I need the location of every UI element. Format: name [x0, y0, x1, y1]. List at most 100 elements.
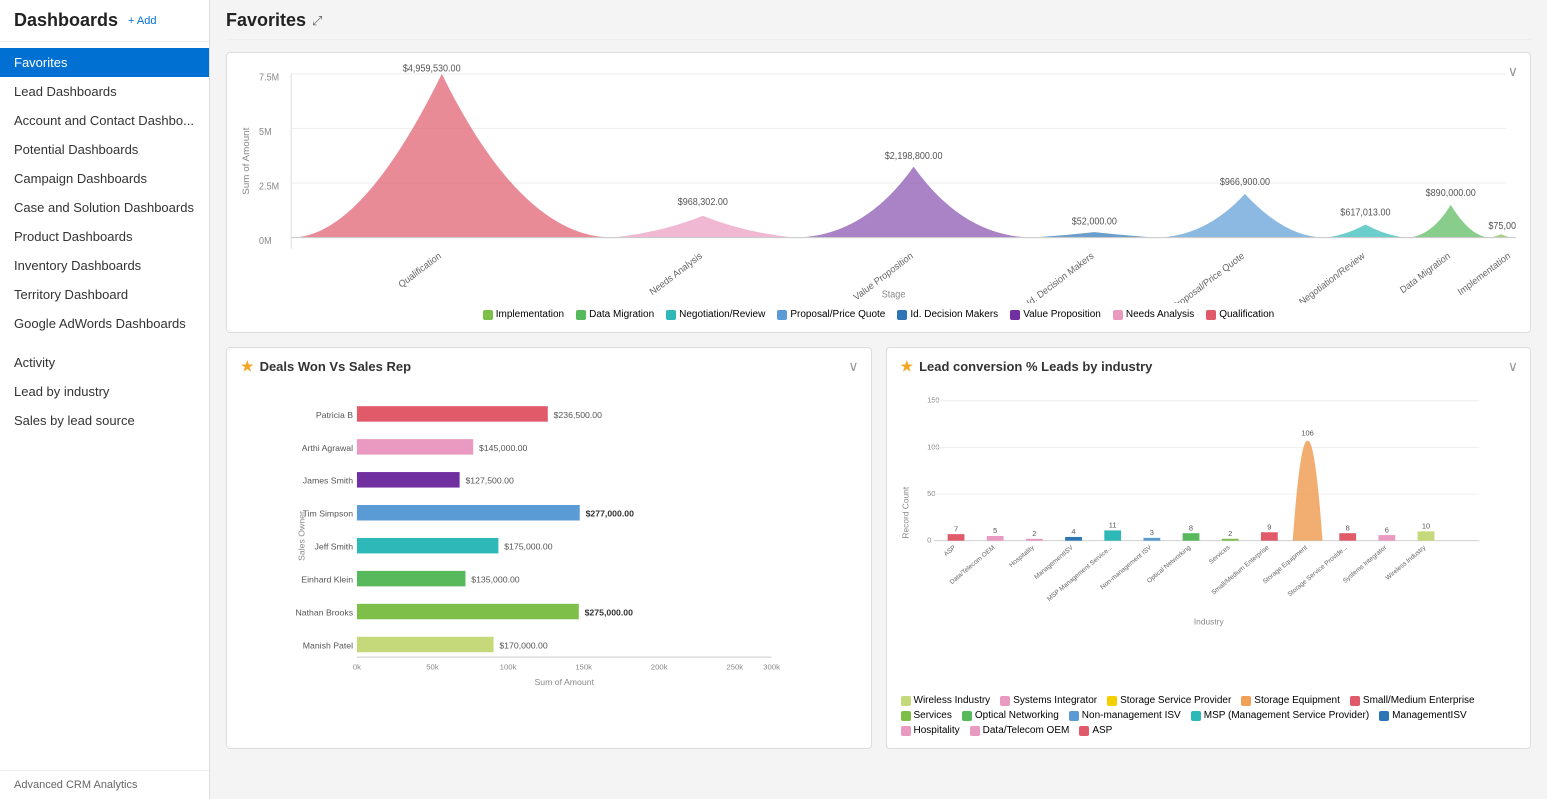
svg-text:Sum of Amount: Sum of Amount	[241, 127, 251, 194]
svg-text:$75,000.00: $75,000.00	[1488, 219, 1516, 230]
main-content: Favorites ⤢ ∨ 7.5M 5M 2.5M 0M $4,959,530…	[210, 0, 1547, 799]
svg-text:$175,000.00: $175,000.00	[504, 542, 553, 552]
page-title: Favorites	[226, 10, 306, 31]
industry-chart-card: ∨ ★ Lead conversion % Leads by industry …	[886, 347, 1532, 749]
industry-chart-svg: Record Count 150 100 50 0 7 5	[901, 381, 1517, 691]
svg-text:$145,000.00: $145,000.00	[479, 443, 528, 453]
svg-text:4: 4	[1071, 527, 1075, 536]
sidebar-item-lead-dashboards[interactable]: Lead Dashboards	[0, 77, 209, 106]
svg-text:ManagementISV: ManagementISV	[1033, 544, 1075, 581]
sidebar-header: Dashboards + Add	[0, 0, 209, 42]
svg-text:100k: 100k	[500, 663, 517, 672]
sidebar-item-activity[interactable]: Activity	[0, 348, 209, 377]
sidebar-item-sales-lead-source[interactable]: Sales by lead source	[0, 406, 209, 435]
svg-text:$966,900.00: $966,900.00	[1220, 176, 1270, 187]
collapse-bar-icon[interactable]: ∨	[848, 358, 858, 375]
svg-text:2: 2	[1228, 529, 1232, 538]
sidebar-item-potential[interactable]: Potential Dashboards	[0, 135, 209, 164]
svg-text:10: 10	[1421, 522, 1429, 531]
svg-text:100: 100	[927, 442, 939, 451]
svg-text:Optical Networking: Optical Networking	[1145, 544, 1192, 585]
sidebar-item-account-contact[interactable]: Account and Contact Dashbo...	[0, 106, 209, 135]
svg-text:Data Migration: Data Migration	[1398, 250, 1452, 296]
svg-text:250k: 250k	[726, 663, 743, 672]
svg-text:$968,302.00: $968,302.00	[678, 195, 728, 206]
funnel-legend: Implementation Data Migration Negotiatio…	[241, 309, 1516, 320]
svg-text:$236,500.00: $236,500.00	[554, 410, 603, 420]
svg-text:Tim Simpson: Tim Simpson	[303, 509, 354, 519]
svg-text:Record Count: Record Count	[901, 486, 910, 538]
svg-text:$52,000.00: $52,000.00	[1072, 215, 1117, 226]
svg-text:300k: 300k	[763, 663, 780, 672]
svg-text:Systems Integrator: Systems Integrator	[1341, 544, 1388, 585]
svg-text:Arthi Agrawal: Arthi Agrawal	[302, 443, 353, 453]
svg-text:$4,959,530.00: $4,959,530.00	[403, 63, 461, 74]
svg-text:6: 6	[1384, 525, 1388, 534]
legend-item-proposal: Proposal/Price Quote	[777, 309, 885, 320]
svg-text:$2,198,800.00: $2,198,800.00	[885, 150, 943, 161]
sidebar-item-case-solution[interactable]: Case and Solution Dashboards	[0, 193, 209, 222]
legend-item-negotiation: Negotiation/Review	[666, 309, 765, 320]
legend-systems-integrator: Systems Integrator	[1000, 695, 1097, 706]
svg-text:9: 9	[1267, 522, 1271, 531]
svg-text:50k: 50k	[426, 663, 439, 672]
legend-item-decision-makers: Id. Decision Makers	[897, 309, 998, 320]
svg-text:0k: 0k	[353, 663, 361, 672]
svg-text:8: 8	[1345, 523, 1349, 532]
funnel-chart-card: ∨ 7.5M 5M 2.5M 0M $4,959,530.00 $968,30	[226, 52, 1531, 333]
svg-text:MSP Management Service...: MSP Management Service...	[1046, 544, 1114, 603]
svg-text:8: 8	[1188, 523, 1192, 532]
main-header: Favorites ⤢	[226, 0, 1531, 40]
sidebar-item-inventory[interactable]: Inventory Dashboards	[0, 251, 209, 280]
svg-text:50: 50	[927, 489, 935, 498]
legend-msp: MSP (Management Service Provider)	[1191, 710, 1369, 721]
collapse-industry-icon[interactable]: ∨	[1508, 358, 1518, 375]
svg-text:11: 11	[1108, 521, 1116, 530]
legend-item-data-migration: Data Migration	[576, 309, 654, 320]
sidebar-item-territory[interactable]: Territory Dashboard	[0, 280, 209, 309]
svg-text:Einhard Klein: Einhard Klein	[301, 575, 353, 585]
svg-text:James Smith: James Smith	[303, 476, 353, 486]
sidebar-item-adwords[interactable]: Google AdWords Dashboards	[0, 309, 209, 338]
bar-chart-title: ★ Deals Won Vs Sales Rep	[241, 358, 857, 375]
svg-text:150k: 150k	[575, 663, 592, 672]
svg-text:$277,000.00: $277,000.00	[586, 509, 635, 519]
svg-text:5: 5	[993, 526, 997, 535]
industry-chart-title: ★ Lead conversion % Leads by industry	[901, 358, 1517, 375]
sidebar: Dashboards + Add Favorites Lead Dashboar…	[0, 0, 210, 799]
svg-text:$170,000.00: $170,000.00	[499, 640, 548, 650]
legend-data-telecom: Data/Telecom OEM	[970, 725, 1070, 736]
svg-text:106: 106	[1301, 428, 1313, 437]
sidebar-item-lead-industry[interactable]: Lead by industry	[0, 377, 209, 406]
svg-text:Manish Patel: Manish Patel	[303, 640, 353, 650]
sidebar-footer: Advanced CRM Analytics	[0, 770, 209, 799]
sidebar-item-favorites[interactable]: Favorites	[0, 48, 209, 77]
svg-text:Implementation: Implementation	[1455, 250, 1512, 298]
legend-small-medium: Small/Medium Enterprise	[1350, 695, 1475, 706]
svg-text:$890,000.00: $890,000.00	[1426, 187, 1476, 198]
bar-chart-svg: Sales Owner Patricia B $236,500.00 Arthi…	[241, 381, 857, 691]
legend-wireless: Wireless Industry	[901, 695, 991, 706]
add-dashboard-button[interactable]: + Add	[128, 15, 156, 27]
svg-text:$275,000.00: $275,000.00	[585, 607, 634, 617]
funnel-svg: 7.5M 5M 2.5M 0M $4,959,530.00 $968,302.0…	[241, 63, 1516, 303]
sidebar-item-product[interactable]: Product Dashboards	[0, 222, 209, 251]
svg-text:Wireless Industry: Wireless Industry	[1384, 544, 1427, 582]
bar-chart-card: ∨ ★ Deals Won Vs Sales Rep Sales Owner P…	[226, 347, 872, 749]
legend-services: Services	[901, 710, 952, 721]
funnel-chart-area: 7.5M 5M 2.5M 0M $4,959,530.00 $968,302.0…	[241, 63, 1516, 303]
svg-text:Stage: Stage	[882, 288, 906, 299]
svg-text:Proposal/Price Quote: Proposal/Price Quote	[1170, 250, 1246, 303]
svg-text:Jeff Smith: Jeff Smith	[315, 542, 354, 552]
legend-hospitality: Hospitality	[901, 725, 960, 736]
sidebar-item-campaign[interactable]: Campaign Dashboards	[0, 164, 209, 193]
svg-text:Services: Services	[1207, 544, 1231, 566]
svg-text:Qualification: Qualification	[396, 250, 443, 290]
legend-item-value-prop: Value Proposition	[1010, 309, 1101, 320]
legend-non-mgmt: Non-management ISV	[1069, 710, 1181, 721]
legend-asp: ASP	[1079, 725, 1112, 736]
svg-text:Needs Analysis: Needs Analysis	[647, 249, 704, 297]
svg-text:Id. Decision Makers: Id. Decision Makers	[1025, 249, 1096, 303]
svg-text:7: 7	[953, 524, 957, 533]
legend-item-implementation: Implementation	[483, 309, 564, 320]
